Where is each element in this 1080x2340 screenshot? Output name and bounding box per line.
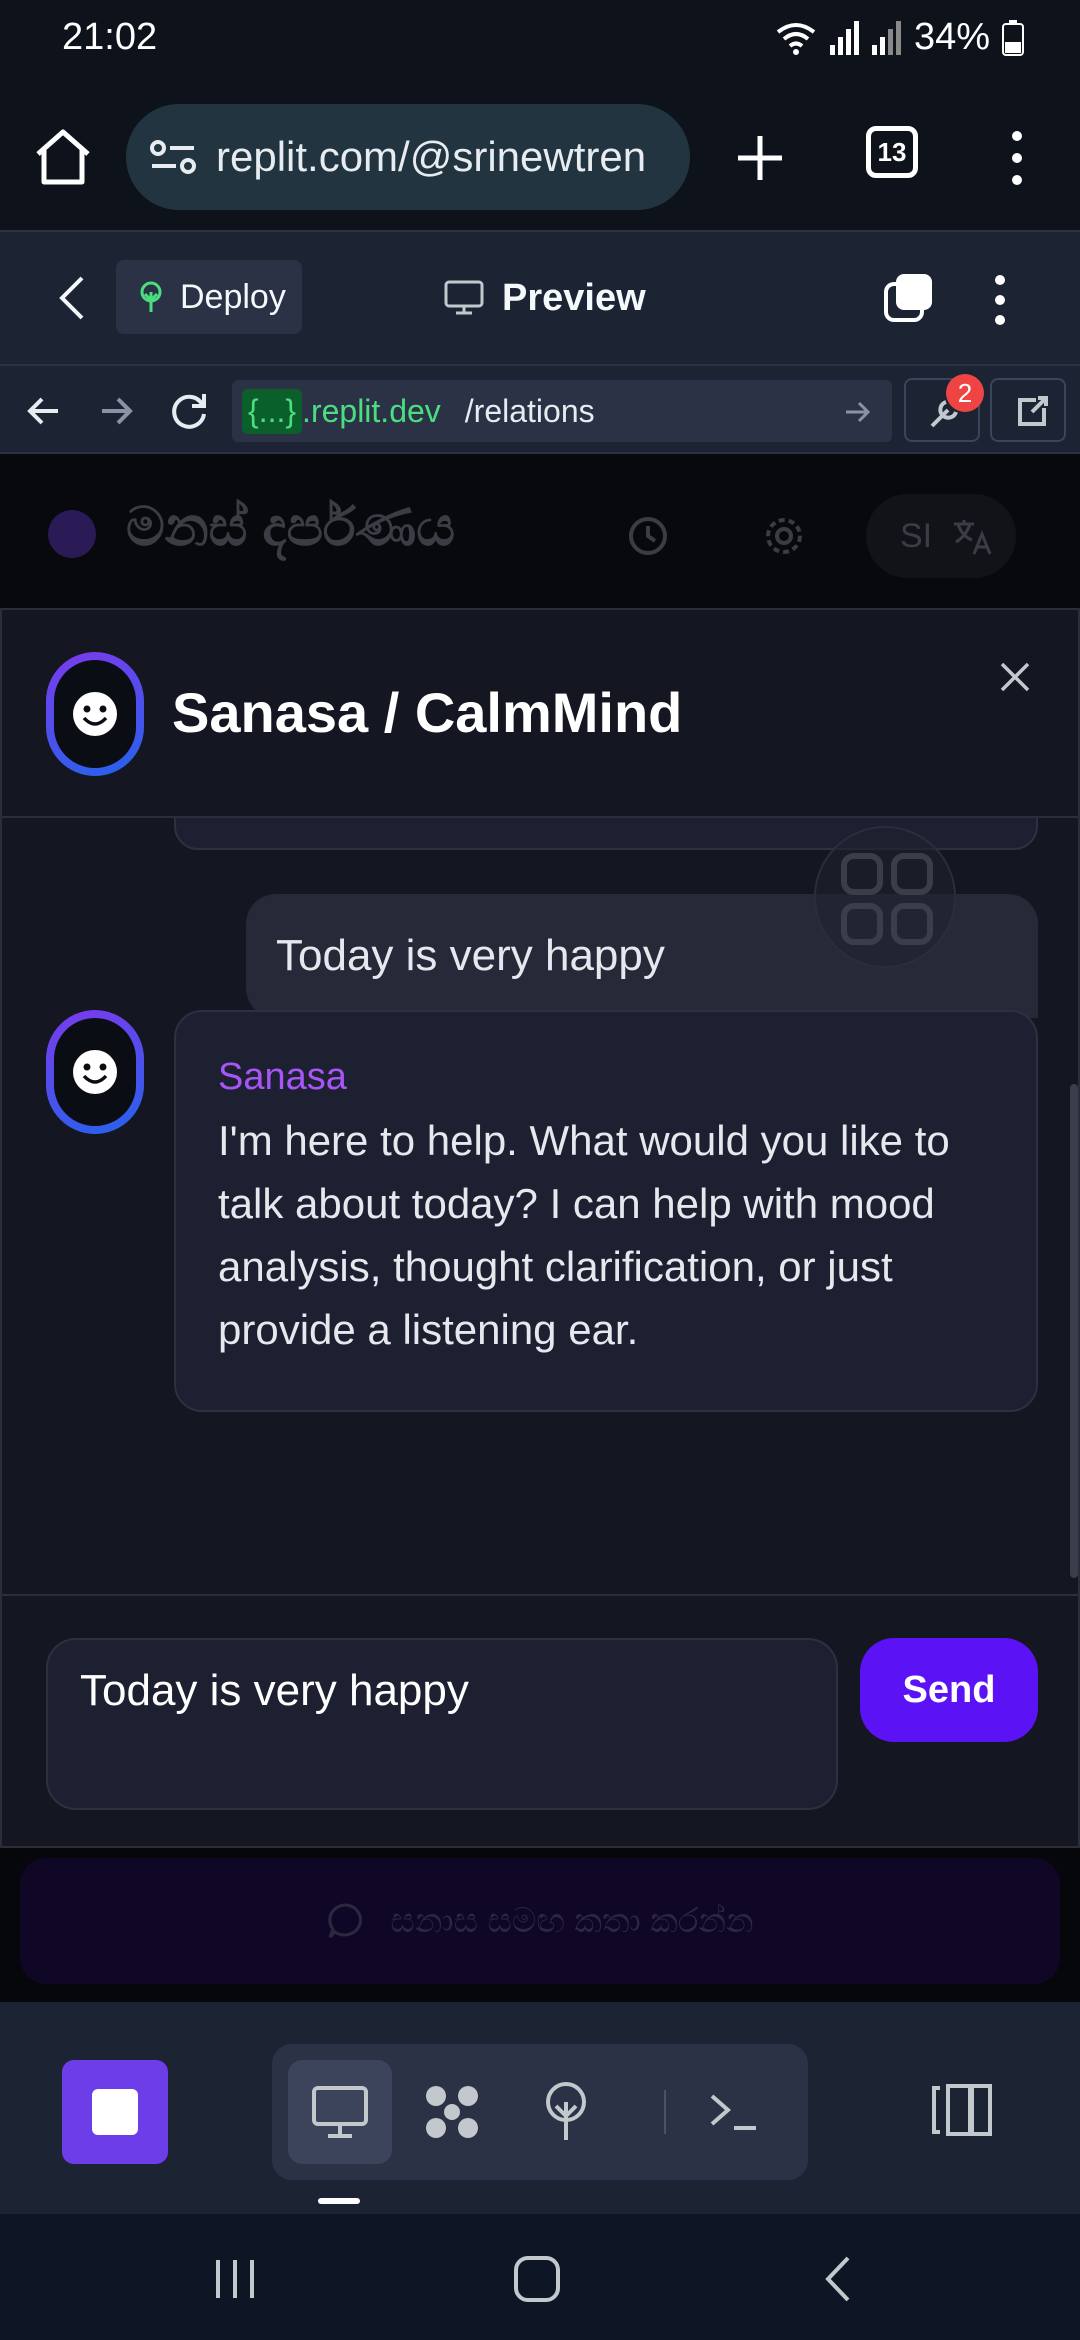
deploy-tool[interactable] — [514, 2060, 618, 2164]
devtools-badge: 2 — [946, 374, 984, 412]
external-link-icon — [1018, 396, 1048, 426]
open-external-button[interactable] — [990, 378, 1066, 442]
deploy-icon — [546, 2082, 586, 2140]
smiley-icon — [73, 1050, 117, 1094]
arrow-right-icon[interactable] — [96, 390, 138, 432]
status-icons: 34% — [774, 16, 1024, 59]
chat-bubble-icon — [328, 1903, 363, 1939]
wifi-icon — [776, 22, 816, 55]
host-text: .replit.dev — [302, 392, 441, 429]
home-nav-icon[interactable] — [512, 2254, 562, 2304]
history-icon[interactable] — [626, 514, 670, 558]
signal-2-icon — [871, 20, 901, 55]
terminal-icon — [710, 2094, 756, 2130]
site-settings-icon[interactable] — [148, 132, 198, 182]
preview-url-toolbar: {...} .replit.dev /relations 2 — [0, 364, 1080, 454]
deploy-label: Deploy — [180, 277, 286, 316]
windows-icon[interactable] — [882, 272, 934, 324]
deploy-icon — [140, 281, 162, 312]
avatar — [46, 652, 144, 776]
stop-icon — [92, 2089, 138, 2135]
app-preview: මනස් දර්පණය SI Sanasa / CalmMind Today i… — [0, 454, 1080, 2002]
chat-panel: Sanasa / CalmMind Today is very happy Sa… — [0, 608, 1080, 1848]
translate-icon — [954, 520, 992, 555]
path-text: /relations — [464, 392, 595, 429]
user-message-text: Today is very happy — [276, 931, 665, 980]
message-list[interactable]: Today is very happy Sanasa I'm here to h… — [2, 818, 1078, 1594]
scroll-button[interactable] — [814, 826, 956, 968]
gear-icon[interactable] — [762, 514, 806, 558]
arrow-left-icon[interactable] — [22, 390, 64, 432]
host-chip: {...} — [242, 388, 303, 434]
browser-toolbar: replit.com/@srinewtren 13 — [0, 80, 1080, 232]
home-icon[interactable] — [30, 124, 96, 190]
plus-icon[interactable] — [730, 128, 790, 188]
chevron-left-icon[interactable] — [52, 272, 92, 324]
tab-count-button[interactable]: 13 — [866, 126, 918, 178]
workspace-tools — [272, 2044, 808, 2180]
talk-to-sanasa-button[interactable]: සනාස සමඟ කතා කරන්න — [20, 1858, 1060, 1984]
smiley-icon — [73, 692, 117, 736]
recent-apps-icon[interactable] — [210, 2254, 260, 2304]
agent-icon — [426, 2086, 478, 2138]
cta-label: සනාස සමඟ කතා කරන්න — [390, 1901, 754, 1940]
active-indicator — [318, 2198, 360, 2204]
refresh-icon[interactable] — [168, 390, 210, 432]
message-input[interactable] — [46, 1638, 838, 1810]
back-nav-icon[interactable] — [814, 2254, 864, 2304]
preview-label: Preview — [502, 276, 646, 319]
more-vert-icon[interactable] — [1002, 130, 1032, 186]
bot-avatar — [46, 1010, 144, 1134]
composer: Send — [2, 1594, 1078, 1848]
battery-percent: 34% — [913, 16, 990, 58]
chat-title: Sanasa / CalmMind — [172, 681, 683, 744]
signal-icon — [829, 20, 859, 55]
scrollbar[interactable] — [1070, 1084, 1078, 1578]
close-icon[interactable] — [998, 660, 1032, 694]
language-toggle[interactable]: SI — [866, 494, 1016, 578]
status-bar: 21:02 34% — [0, 0, 1080, 80]
devtools-button[interactable]: 2 — [904, 374, 984, 442]
layout-icon[interactable] — [930, 2082, 994, 2138]
grid-icon — [841, 853, 933, 945]
monitor-icon — [312, 2086, 368, 2138]
chat-header: Sanasa / CalmMind — [2, 610, 1078, 818]
send-button[interactable]: Send — [860, 1638, 1038, 1742]
replit-header: Deploy Preview — [0, 232, 1080, 364]
deploy-button[interactable]: Deploy — [116, 260, 302, 334]
agent-tool[interactable] — [400, 2060, 504, 2164]
app-title: මනස් දර්පණය — [126, 497, 456, 557]
app-logo-icon — [48, 510, 96, 558]
more-vert-icon[interactable] — [986, 274, 1014, 326]
bot-sender-name: Sanasa — [218, 1056, 347, 1098]
replit-bottom-toolbar — [0, 2002, 1080, 2214]
console-tool[interactable] — [682, 2060, 786, 2164]
address-bar[interactable]: replit.com/@srinewtren — [126, 104, 690, 210]
bot-message: Sanasa I'm here to help. What would you … — [174, 1010, 1038, 1412]
bot-message-text: I'm here to help. What would you like to… — [218, 1117, 950, 1353]
preview-address-field[interactable]: {...} .replit.dev /relations — [232, 380, 892, 442]
system-nav-bar — [0, 2214, 1080, 2340]
url-text: replit.com/@srinewtren — [216, 133, 647, 180]
status-time: 21:02 — [62, 16, 158, 58]
tool-divider — [664, 2090, 666, 2134]
arrow-right-icon[interactable] — [844, 398, 872, 426]
stop-button[interactable] — [62, 2060, 168, 2164]
battery-icon — [1002, 19, 1024, 56]
preview-tool[interactable] — [288, 2060, 392, 2164]
monitor-icon — [444, 280, 484, 315]
language-code: SI — [900, 516, 933, 555]
preview-tab[interactable]: Preview — [444, 268, 646, 328]
app-header: මනස් දර්පණය SI — [0, 454, 1080, 608]
